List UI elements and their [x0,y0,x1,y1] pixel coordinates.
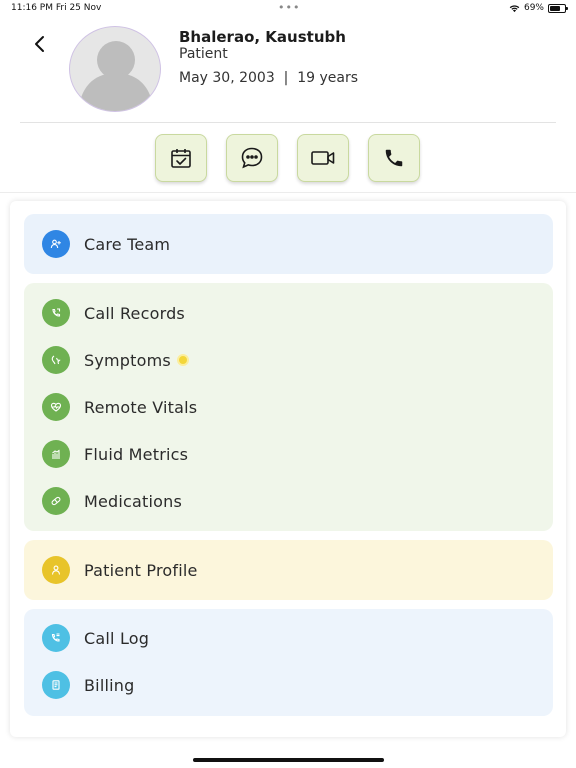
menu-item-medications[interactable]: Medications [42,487,182,515]
status-time: 11:16 PM Fri 25 Nov [11,3,102,13]
menu-item-remote-vitals[interactable]: Remote Vitals [42,393,197,421]
schedule-button[interactable] [155,134,207,182]
quick-actions [155,134,420,182]
menu-item-call-records[interactable]: Call Records [42,299,185,327]
phone-call-button[interactable] [368,134,420,182]
menu-item-symptoms[interactable]: Symptoms [42,346,189,374]
menu-item-call-log[interactable]: Call Log [42,624,149,652]
section-divider [0,192,576,193]
menu-item-label: Care Team [84,234,171,254]
menu-item-billing[interactable]: Billing [42,671,134,699]
metrics-chart-icon [42,440,70,468]
back-button[interactable] [32,34,50,54]
patient-name: Bhalerao, Kaustubh [179,28,346,46]
symptoms-icon [42,346,70,374]
person-icon [42,556,70,584]
menu-item-label: Medications [84,491,183,511]
person-placeholder-icon [78,41,154,111]
menu-item-label: Symptoms [84,350,171,370]
menu-item-label: Patient Profile [84,560,198,580]
menu-item-label: Call Log [84,628,150,648]
phone-log-icon [42,624,70,652]
battery-icon [548,3,568,13]
status-bar: 11:16 PM Fri 25 Nov ••• 69% [0,0,576,18]
patient-role: Patient [179,46,228,62]
video-call-button[interactable] [297,134,349,182]
wifi-icon [509,4,520,12]
menu-item-patient-profile[interactable]: Patient Profile [42,556,198,584]
menu-item-label: Fluid Metrics [84,444,189,464]
avatar [69,26,161,112]
phone-icon [385,149,403,167]
menu-item-care-team[interactable]: Care Team [42,230,170,258]
menu-item-label: Call Records [84,303,185,323]
add-user-icon [42,230,70,258]
video-camera-icon [311,151,335,165]
menu-item-fluid-metrics[interactable]: Fluid Metrics [42,440,188,468]
message-button[interactable] [226,134,278,182]
chevron-left-icon [35,36,44,52]
patient-dob: May 30, 2003 | 19 years [179,70,359,86]
multitasking-dots[interactable]: ••• [278,1,300,14]
header-divider [20,122,556,123]
menu-item-label: Remote Vitals [84,397,198,417]
home-indicator[interactable] [193,758,384,762]
invoice-icon [42,671,70,699]
status-right: 69% [509,3,568,13]
pill-icon [42,487,70,515]
phone-record-icon [42,299,70,327]
calendar-check-icon [171,149,191,168]
heart-rate-icon [42,393,70,421]
notification-dot [176,354,189,366]
chat-bubble-icon [241,147,263,169]
battery-percent: 69% [523,3,544,13]
menu-item-label: Billing [84,675,135,695]
